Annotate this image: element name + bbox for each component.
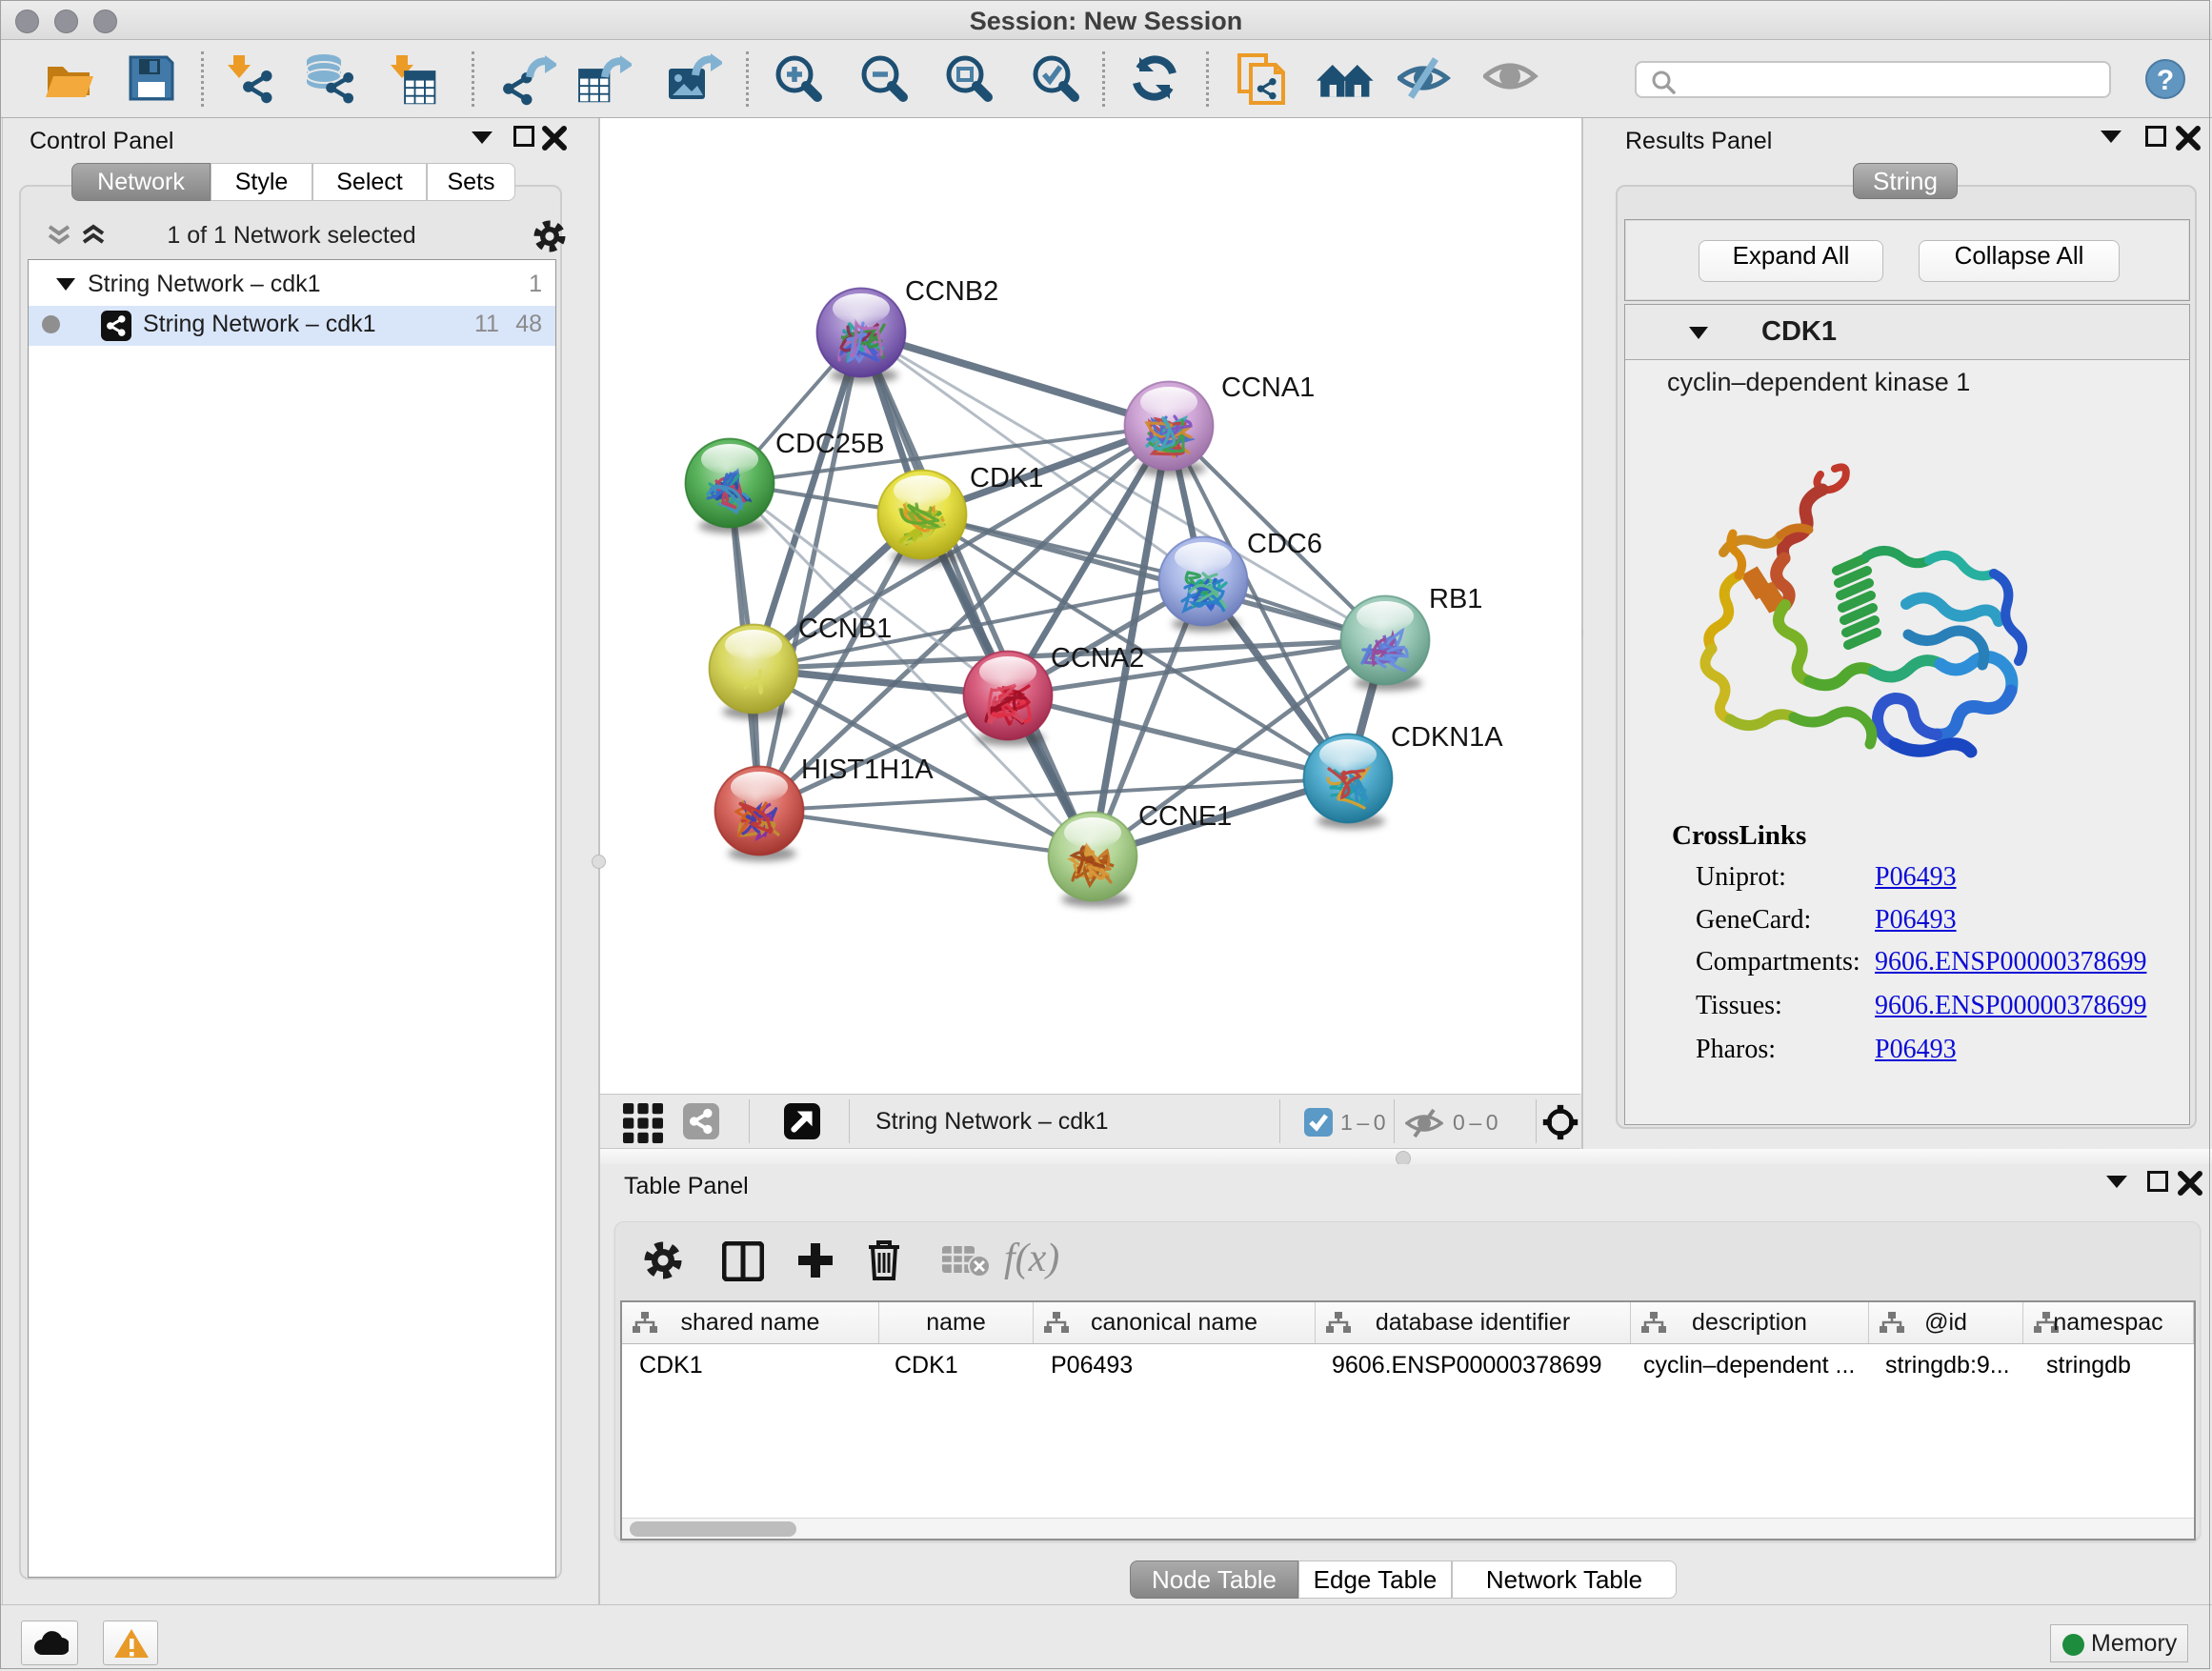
svg-text:CDK1: CDK1 — [970, 463, 1043, 493]
svg-text:CDC25B: CDC25B — [775, 429, 884, 459]
svg-text:CCNB1: CCNB1 — [798, 614, 892, 644]
svg-text:CDKN1A: CDKN1A — [1391, 722, 1503, 753]
svg-text:CCNA2: CCNA2 — [1051, 643, 1144, 674]
svg-text:CCNB2: CCNB2 — [905, 276, 998, 307]
svg-text:RB1: RB1 — [1429, 584, 1482, 614]
svg-text:HIST1H1A: HIST1H1A — [801, 755, 934, 785]
svg-text:CDC6: CDC6 — [1247, 529, 1322, 559]
svg-text:CCNE1: CCNE1 — [1138, 801, 1232, 832]
svg-text:CCNA1: CCNA1 — [1221, 372, 1315, 403]
